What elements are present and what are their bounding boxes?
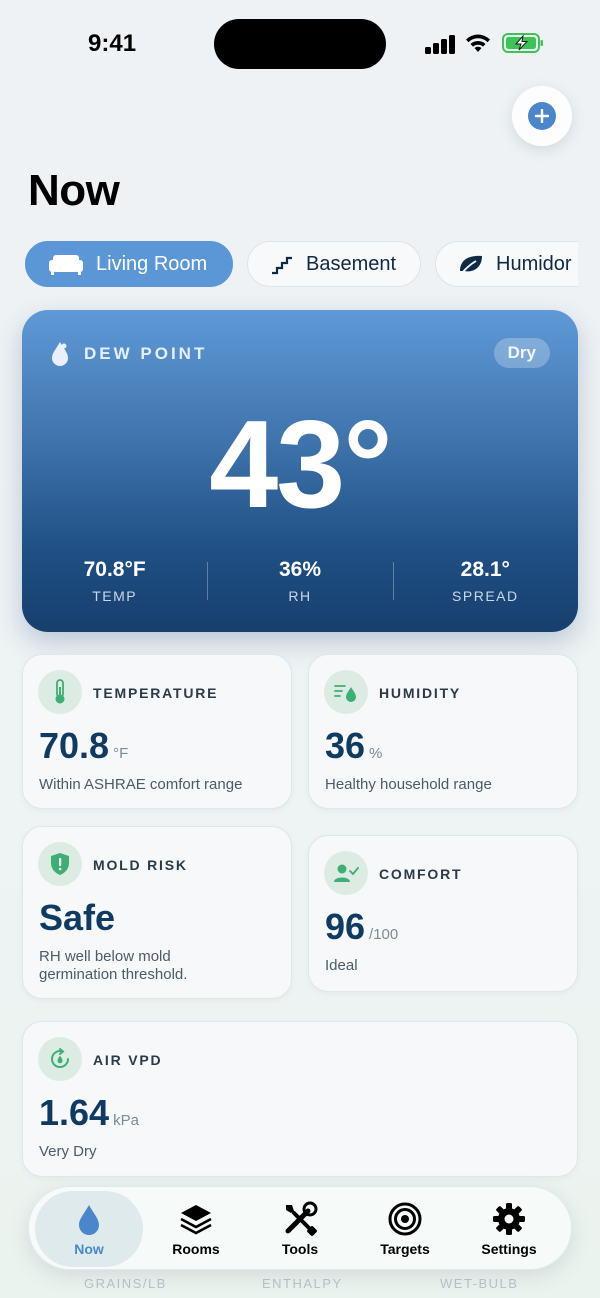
wrench-screwdriver-icon xyxy=(282,1201,318,1237)
stat-label: ENTHALPY xyxy=(262,1276,343,1291)
comfort-value: 96/100 xyxy=(325,906,398,948)
value-unit: kPa xyxy=(113,1112,139,1129)
mold-risk-value: Safe xyxy=(39,897,116,938)
tab-targets[interactable]: Targets xyxy=(351,1187,459,1271)
description-line: RH well below mold xyxy=(39,948,171,965)
card-description: Within ASHRAE comfort range xyxy=(39,776,243,793)
plus-icon xyxy=(528,102,556,130)
layers-icon xyxy=(179,1201,213,1237)
comfort-card[interactable]: COMFORT 96/100 Ideal xyxy=(308,835,578,992)
tab-bar: Now Rooms Tools Targets Settings xyxy=(28,1186,572,1270)
card-label: AIR VPD xyxy=(93,1052,163,1068)
value-number: 36 xyxy=(325,725,366,766)
humidity-wind-icon xyxy=(324,670,368,714)
card-label: HUMIDITY xyxy=(379,685,462,701)
card-description: Very Dry xyxy=(39,1143,97,1160)
card-label: TEMPERATURE xyxy=(93,685,219,701)
card-label: MOLD RISK xyxy=(93,857,188,873)
dynamic-island xyxy=(214,19,386,69)
value-number: 96 xyxy=(325,906,366,947)
water-drop-icon xyxy=(77,1201,101,1237)
dew-point-hero-card[interactable]: DEW POINT Dry 43° 70.8°F TEMP 36% RH 28.… xyxy=(22,310,578,632)
page-title: Now xyxy=(28,166,120,215)
air-vpd-card[interactable]: AIR VPD 1.64 kPa Very Dry xyxy=(22,1021,578,1177)
add-room-button[interactable] xyxy=(512,86,572,146)
value-unit: /100 xyxy=(369,926,399,943)
shield-alert-icon xyxy=(38,842,82,886)
target-icon xyxy=(388,1201,422,1237)
wifi-icon xyxy=(466,34,490,52)
humidity-value: 36% xyxy=(325,725,382,767)
humidity-card[interactable]: HUMIDITY 36% Healthy household range xyxy=(308,654,578,809)
card-description: Ideal xyxy=(325,957,358,974)
hero-stats: 70.8°F TEMP 36% RH 28.1° SPREAD xyxy=(22,558,578,604)
mold-risk-card[interactable]: MOLD RISK Safe RH well below mold germin… xyxy=(22,826,292,999)
tab-settings[interactable]: Settings xyxy=(455,1187,563,1271)
thermometer-icon xyxy=(38,670,82,714)
description-line: germination threshold. xyxy=(39,966,188,983)
sofa-icon xyxy=(48,252,84,276)
value-unit: °F xyxy=(113,745,129,762)
tab-now[interactable]: Now xyxy=(35,1191,143,1267)
room-selector: Living Room Basement Humidor xyxy=(25,241,578,287)
hero-stat-value: 70.8°F xyxy=(83,558,146,581)
gear-icon xyxy=(492,1201,526,1237)
dew-point-value: 43° xyxy=(209,396,393,534)
cellular-signal-icon xyxy=(425,34,457,54)
tab-label: Settings xyxy=(481,1241,537,1257)
card-description: RH well below mold germination threshold… xyxy=(39,948,187,984)
tab-label: Rooms xyxy=(172,1241,220,1257)
hero-stat-value: 36% xyxy=(278,558,321,581)
hero-label: DEW POINT xyxy=(84,344,208,363)
hero-stat-temp: 70.8°F TEMP xyxy=(22,558,207,604)
tab-label: Now xyxy=(74,1241,104,1257)
hero-stat-value: 28.1° xyxy=(460,558,510,581)
battery-charging-icon xyxy=(502,33,543,53)
room-chip-label: Living Room xyxy=(96,252,208,275)
status-badge: Dry xyxy=(493,338,550,368)
vpd-value: 1.64 kPa xyxy=(39,1092,139,1134)
hero-stat-rh: 36% RH xyxy=(207,558,392,604)
tab-label: Tools xyxy=(281,1241,319,1257)
hero-stat-label: TEMP xyxy=(92,588,138,604)
tab-label: Targets xyxy=(380,1241,430,1257)
card-description: Healthy household range xyxy=(325,776,492,793)
water-drop-icon xyxy=(52,342,68,366)
hero-stat-label: SPREAD xyxy=(452,588,519,604)
room-chip-living-room[interactable]: Living Room xyxy=(25,241,233,287)
refresh-drop-icon xyxy=(38,1037,82,1081)
card-label: COMFORT xyxy=(379,866,463,882)
tab-tools[interactable]: Tools xyxy=(246,1187,354,1271)
temperature-card[interactable]: TEMPERATURE 70.8 °F Within ASHRAE comfort… xyxy=(22,654,292,809)
value-number: 1.64 xyxy=(39,1092,110,1133)
room-chip-label: Humidor xyxy=(496,252,572,275)
room-chip-label: Basement xyxy=(306,252,397,275)
room-chip-humidor[interactable]: Humidor xyxy=(435,241,578,287)
temperature-value: 70.8 °F xyxy=(39,725,128,767)
status-time: 9:41 xyxy=(88,30,137,57)
stat-label: WET-BULB xyxy=(440,1276,519,1291)
value-number: 70.8 xyxy=(39,725,110,766)
stairs-icon xyxy=(270,253,294,275)
tab-rooms[interactable]: Rooms xyxy=(142,1187,250,1271)
hero-stat-label: RH xyxy=(288,588,312,604)
status-bar: 9:41 xyxy=(0,0,600,90)
value-unit: % xyxy=(369,745,383,762)
stat-label: GRAINS/LB xyxy=(84,1276,167,1291)
person-check-icon xyxy=(324,851,368,895)
hero-stat-spread: 28.1° SPREAD xyxy=(392,558,578,604)
room-chip-basement[interactable]: Basement xyxy=(247,241,421,287)
leaf-icon xyxy=(458,253,484,275)
